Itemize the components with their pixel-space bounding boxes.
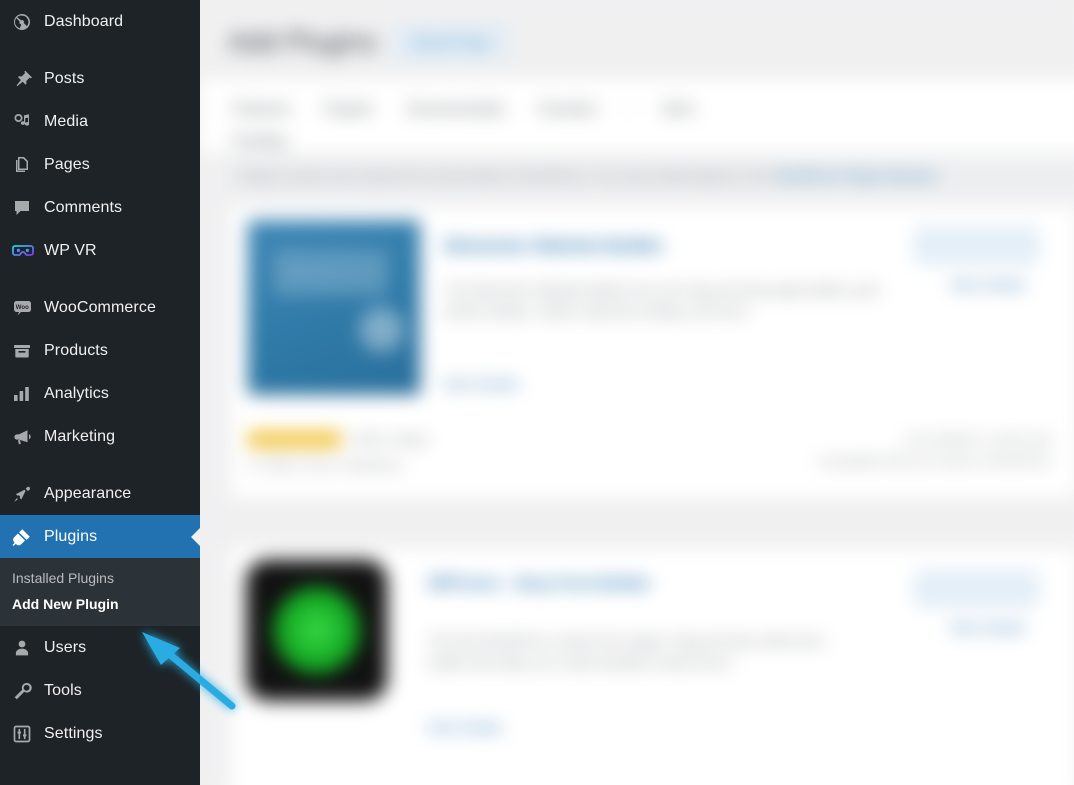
woo-icon: Woo [12, 298, 44, 318]
sidebar-item-label: Appearance [44, 484, 132, 502]
sidebar-item-label: Tools [44, 681, 82, 699]
plugin-card: WPForms – Easy Form Builder The best Wor… [228, 546, 1074, 785]
plugin-tabs-secondary: Trending [230, 132, 286, 148]
tab-trending[interactable]: Trending [230, 132, 286, 148]
sidebar-item-users[interactable]: Users [0, 626, 200, 669]
plugin-icon-dark-green [245, 559, 388, 702]
plugin-description: The Elementor Website Builder has it all… [444, 282, 879, 319]
sidebar-item-pages[interactable]: Pages [0, 143, 200, 186]
dashboard-icon [12, 12, 44, 32]
tab-popular[interactable]: Popular [322, 97, 375, 119]
sidebar-item-label: Dashboard [44, 12, 124, 30]
sidebar-item-tools[interactable]: Tools [0, 669, 200, 712]
sidebar-item-label: Settings [44, 724, 103, 742]
install-now-button[interactable] [915, 571, 1038, 606]
plugin-rating: 5,000+ ratings [247, 431, 428, 448]
user-icon [12, 638, 44, 658]
sidebar-item-label: Pages [44, 155, 90, 173]
sidebar-item-label: Comments [44, 198, 123, 216]
sidebar-item-marketing[interactable]: Marketing [0, 415, 200, 458]
products-icon [12, 341, 44, 361]
plugin-more-details-link[interactable]: More Details [445, 377, 519, 392]
details-link[interactable]: More Details [951, 620, 1025, 635]
admin-screen: Add Plugins Upload Plugin Featured Popul… [0, 0, 1074, 785]
plugin-name[interactable]: WPForms – Easy Form Builder [428, 576, 834, 593]
notice-text: Plugins extend and expand the functional… [238, 167, 772, 184]
sidebar-item-label: Analytics [44, 384, 109, 402]
plug-icon [12, 527, 44, 547]
sidebar-item-label: Media [44, 112, 89, 130]
sidebar-item-analytics[interactable]: Analytics [0, 372, 200, 415]
sliders-icon [12, 724, 44, 744]
tab-more[interactable]: More [661, 97, 697, 119]
plugins-notice: Plugins extend and expand the functional… [228, 160, 1074, 191]
page-title: Add Plugins [228, 25, 377, 57]
sidebar-item-woocommerce[interactable]: Woo WooCommerce [0, 286, 200, 329]
details-link[interactable]: More Details [951, 277, 1025, 292]
tab-featured[interactable]: Featured [230, 97, 291, 119]
paintbrush-icon [12, 484, 44, 504]
analytics-icon [12, 384, 44, 404]
sidebar-item-settings[interactable]: Settings [0, 712, 200, 755]
active-installs: 5+ Million Active Installations [247, 457, 404, 472]
plugin-more-details-link[interactable]: More Details [428, 720, 502, 735]
plugin-name[interactable]: Elementor Website Builder [445, 236, 664, 256]
pin-icon [12, 69, 44, 89]
comments-icon [12, 198, 44, 218]
main-content-blurred: Add Plugins Upload Plugin Featured Popul… [200, 0, 1074, 785]
tab-divider [629, 100, 631, 117]
sidebar-item-media[interactable]: Media [0, 100, 200, 143]
media-icon [12, 112, 44, 132]
sidebar-item-label: Users [44, 638, 87, 656]
tab-recommended[interactable]: Recommended [405, 97, 505, 119]
submenu-item-installed-plugins[interactable]: Installed Plugins [0, 565, 200, 591]
sidebar-item-label: Plugins [44, 527, 98, 545]
sidebar-item-label: WooCommerce [44, 298, 156, 316]
pages-icon [12, 155, 44, 175]
plugins-submenu: Installed Plugins Add New Plugin [0, 558, 200, 626]
sidebar-item-label: WP VR [44, 241, 97, 259]
submenu-item-add-new-plugin[interactable]: Add New Plugin [0, 591, 200, 617]
plugin-tabs: Featured Popular Recommended Favorites M… [230, 97, 697, 119]
rating-count: 5,000+ ratings [350, 432, 428, 447]
plugin-directory-link[interactable]: WordPress Plugin Directory [775, 168, 937, 183]
sidebar-item-label: Marketing [44, 427, 116, 445]
sidebar-item-plugins[interactable]: Plugins [0, 515, 200, 558]
vr-goggles-icon [12, 241, 44, 261]
admin-sidebar: Dashboard Posts Media Pages Comments WP … [0, 0, 200, 785]
sidebar-item-comments[interactable]: Comments [0, 186, 200, 229]
sidebar-item-dashboard[interactable]: Dashboard [0, 0, 200, 43]
menu-separator [0, 458, 200, 472]
sidebar-item-posts[interactable]: Posts [0, 57, 200, 100]
sidebar-item-appearance[interactable]: Appearance [0, 472, 200, 515]
page-header: Add Plugins Upload Plugin [228, 18, 506, 65]
tab-favorites[interactable]: Favorites [536, 97, 599, 119]
menu-separator [0, 272, 200, 286]
megaphone-icon [12, 427, 44, 447]
plugin-meta: Last Updated: 2 weeks ago Compatible wit… [818, 432, 1052, 468]
sidebar-item-products[interactable]: Products [0, 329, 200, 372]
svg-text:Woo: Woo [16, 305, 29, 311]
upload-plugin-button[interactable]: Upload Plugin [395, 25, 506, 58]
sidebar-item-label: Posts [44, 69, 85, 87]
plugin-description: The best WordPress contact form plugin. … [428, 633, 825, 670]
wrench-icon [12, 681, 44, 701]
sidebar-item-label: Products [44, 341, 108, 359]
plugin-icon-blue [247, 220, 421, 395]
menu-separator [0, 43, 200, 57]
install-now-button[interactable] [915, 228, 1038, 263]
sidebar-item-wp-vr[interactable]: WP VR [0, 229, 200, 272]
star-rating-icon [247, 431, 342, 448]
plugin-card: Elementor Website Builder The Elementor … [228, 205, 1074, 500]
